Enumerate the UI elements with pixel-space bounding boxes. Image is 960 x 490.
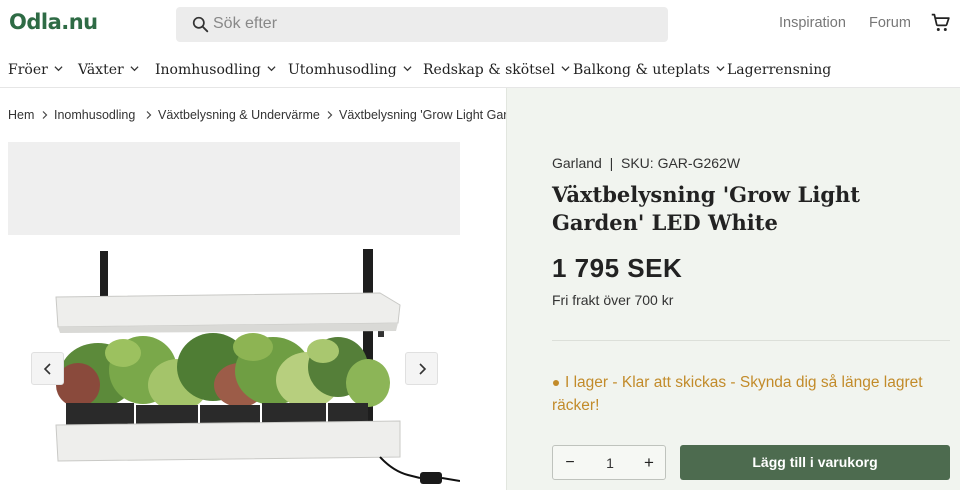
breadcrumb-hem[interactable]: Hem	[8, 108, 34, 122]
nav-item-label: Växter	[78, 62, 124, 78]
chevron-down-icon	[561, 65, 570, 71]
chevron-down-icon	[267, 65, 276, 71]
search-input[interactable]: Sök efter	[176, 7, 668, 42]
product-info-panel: Garland | SKU: GAR-G262W Växtbelysning '…	[506, 88, 960, 490]
nav-item-lagerrensning[interactable]: Lagerrensning	[727, 62, 831, 78]
nav-item-redskap[interactable]: Redskap & skötsel	[423, 62, 570, 78]
inspiration-link[interactable]: Inspiration	[779, 15, 846, 31]
gallery-prev-button[interactable]	[31, 352, 64, 385]
breadcrumb-inomhusodling[interactable]: Inomhusodling	[54, 108, 135, 122]
site-logo[interactable]: Odla.nu	[9, 10, 98, 34]
brand-sku: Garland | SKU: GAR-G262W	[552, 155, 741, 171]
search-placeholder: Sök efter	[213, 15, 278, 32]
nav-item-label: Inomhusodling	[155, 62, 261, 78]
product-price: 1 795 SEK	[552, 253, 683, 283]
chevron-right-icon	[42, 111, 48, 119]
product-image[interactable]	[8, 235, 460, 490]
breadcrumb-vaxtbelysning[interactable]: Växtbelysning & Undervärme	[158, 108, 320, 122]
stock-status: I lager - Klar att skickas - Skynda dig …	[552, 374, 923, 414]
chevron-right-icon	[419, 363, 427, 375]
quantity-decrease-button[interactable]: −	[563, 454, 577, 472]
gallery-placeholder	[8, 142, 460, 235]
nav-item-label: Utomhusodling	[288, 62, 397, 78]
chevron-down-icon	[54, 65, 63, 71]
category-nav: Fröer Växter Inomhusodling Utomhusodling…	[0, 50, 960, 88]
chevron-down-icon	[403, 65, 412, 71]
nav-item-label: Fröer	[8, 62, 48, 78]
nav-item-balkong[interactable]: Balkong & uteplats	[573, 62, 725, 78]
breadcrumb: Hem Inomhusodling Växtbelysning & Underv…	[0, 88, 506, 142]
breadcrumb-current: Växtbelysning 'Grow Light Garden' LED Wh…	[339, 108, 506, 122]
grow-light-illustration	[55, 249, 460, 484]
divider	[552, 340, 950, 341]
nav-item-inomhusodling[interactable]: Inomhusodling	[155, 62, 276, 78]
nav-item-vaxter[interactable]: Växter	[78, 62, 139, 78]
quantity-value[interactable]: 1	[598, 455, 622, 471]
chevron-left-icon	[43, 363, 51, 375]
quantity-increase-button[interactable]: +	[641, 453, 657, 472]
add-to-cart-button[interactable]: Lägg till i varukorg	[680, 445, 950, 480]
chevron-right-icon	[327, 111, 333, 119]
nav-item-froer[interactable]: Fröer	[8, 62, 63, 78]
chevron-down-icon	[130, 65, 139, 71]
shipping-info: Fri frakt över 700 kr	[552, 292, 674, 308]
nav-item-label: Balkong & uteplats	[573, 62, 710, 78]
site-header: Odla.nu Sök efter Inspiration Forum	[0, 0, 960, 50]
chevron-down-icon	[716, 65, 725, 71]
nav-item-label: Redskap & skötsel	[423, 62, 555, 78]
nav-item-utomhusodling[interactable]: Utomhusodling	[288, 62, 412, 78]
forum-link[interactable]: Forum	[869, 15, 911, 31]
nav-item-label: Lagerrensning	[727, 62, 832, 78]
cart-icon[interactable]	[930, 12, 951, 33]
gallery-next-button[interactable]	[405, 352, 438, 385]
product-title: Växtbelysning 'Grow Light Garden' LED Wh…	[552, 182, 860, 235]
quantity-stepper: − 1 +	[552, 445, 666, 480]
search-icon	[192, 16, 209, 33]
chevron-right-icon	[146, 111, 152, 119]
